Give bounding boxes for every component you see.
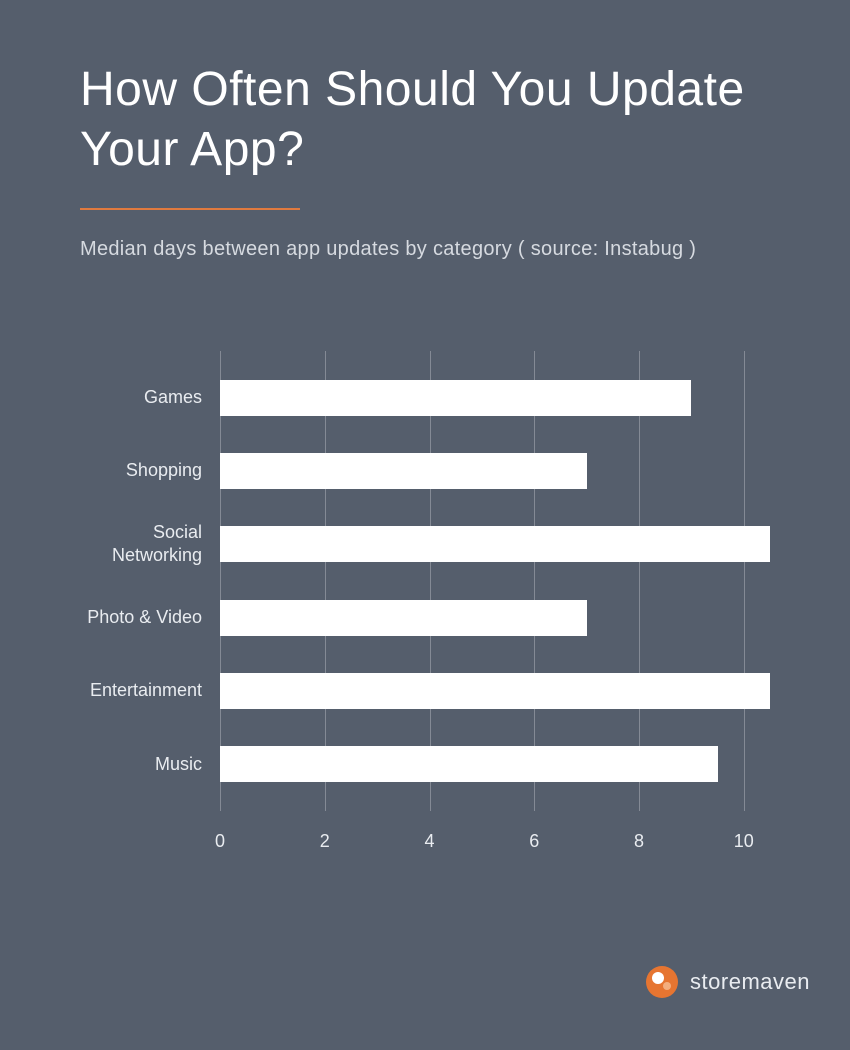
bar — [220, 526, 770, 562]
chart: Games Shopping Social Networking Photo & Vi… — [80, 351, 770, 811]
category-label: Social Networking — [70, 521, 210, 568]
storemaven-icon — [644, 964, 680, 1000]
bar — [220, 380, 691, 416]
bar — [220, 453, 587, 489]
bar — [220, 673, 770, 709]
accent-rule — [80, 208, 300, 210]
x-tick-label: 4 — [425, 831, 435, 852]
x-tick-label: 2 — [320, 831, 330, 852]
x-tick-label: 10 — [734, 831, 754, 852]
bar-row: Social Networking — [220, 526, 770, 562]
bars: Games Shopping Social Networking Photo & Vi… — [220, 351, 770, 811]
bar-row: Entertainment — [220, 673, 770, 709]
category-label: Music — [70, 753, 210, 776]
category-label: Shopping — [70, 459, 210, 482]
x-tick-label: 0 — [215, 831, 225, 852]
category-label: Games — [70, 386, 210, 409]
bar — [220, 746, 718, 782]
category-label: Entertainment — [70, 679, 210, 702]
brand-logo: storemaven — [644, 964, 810, 1000]
x-tick-label: 6 — [529, 831, 539, 852]
x-tick-label: 8 — [634, 831, 644, 852]
bar-row: Music — [220, 746, 770, 782]
brand-name: storemaven — [690, 969, 810, 995]
bar-row: Photo & Video — [220, 600, 770, 636]
bar-row: Games — [220, 380, 770, 416]
plot-area: Games Shopping Social Networking Photo & Vi… — [220, 351, 770, 811]
bar — [220, 600, 587, 636]
category-label: Photo & Video — [70, 606, 210, 629]
bar-row: Shopping — [220, 453, 770, 489]
chart-title: How Often Should You Update Your App? — [80, 60, 770, 180]
chart-subtitle: Median days between app updates by categ… — [80, 238, 770, 261]
